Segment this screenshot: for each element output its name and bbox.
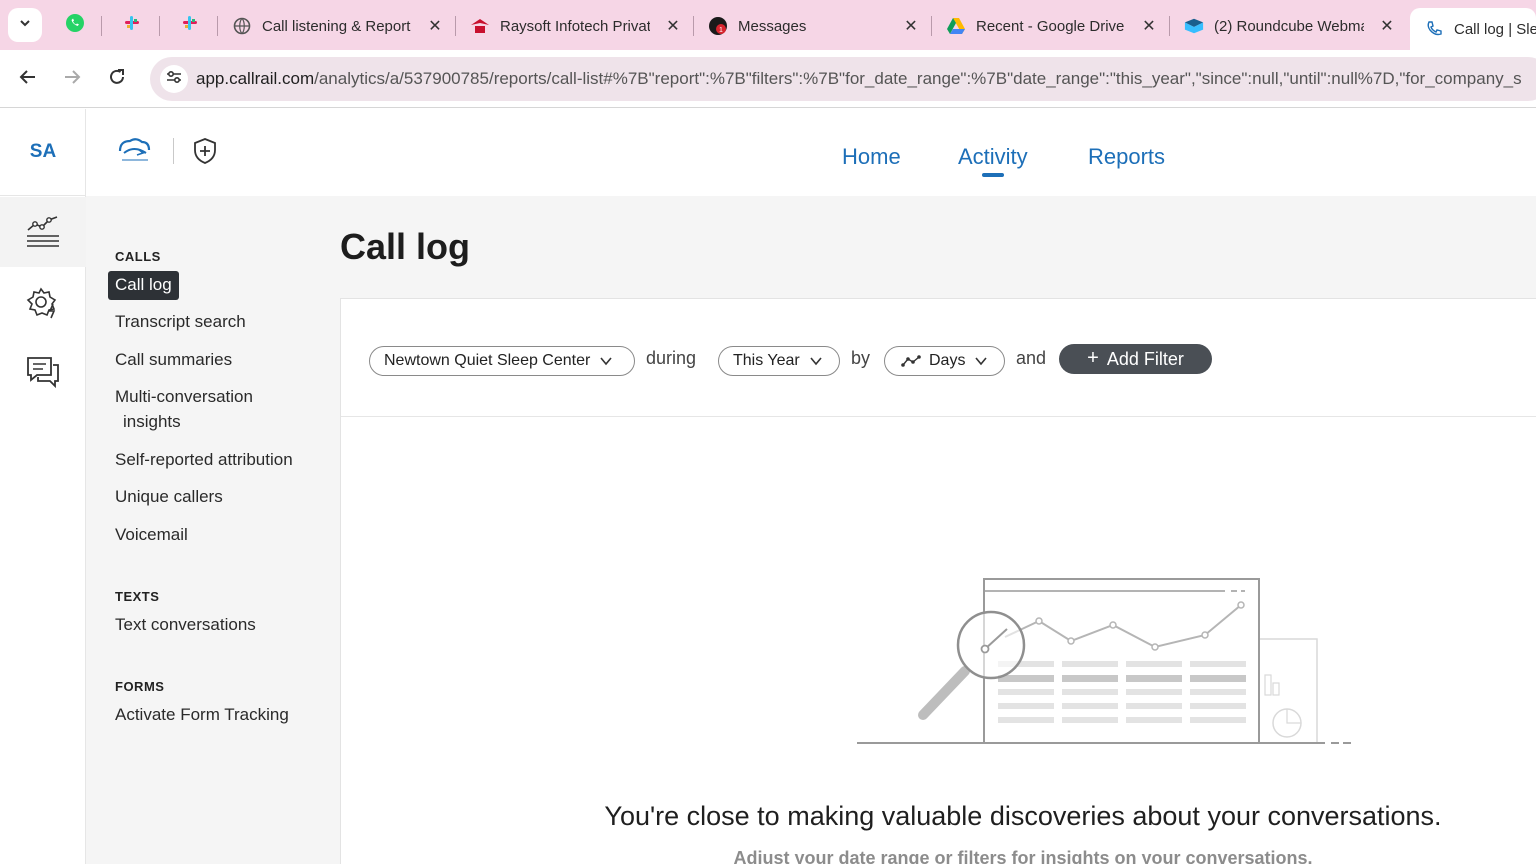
browser-toolbar: app.callrail.com/analytics/a/537900785/r… [0, 50, 1536, 108]
gear-lightning-icon [25, 284, 61, 325]
close-icon[interactable]: ✕ [1140, 17, 1158, 35]
report-card: Newtown Quiet Sleep Center during This Y… [340, 298, 1536, 864]
close-icon[interactable]: ✕ [664, 17, 682, 35]
section-heading-calls: CALLS [115, 249, 161, 264]
empty-state-title: You're close to making valuable discover… [604, 801, 1442, 831]
sidenav-text-conversations[interactable]: Text conversations [115, 615, 256, 635]
company-filter-value: Newtown Quiet Sleep Center [384, 352, 591, 369]
reload-icon [107, 67, 127, 92]
pinned-tab-whatsapp[interactable] [60, 10, 90, 40]
shield-plus-icon[interactable] [192, 137, 218, 165]
arrow-left-icon [18, 67, 38, 92]
browser-tab-messages[interactable]: 1 Messages ✕ [694, 8, 930, 44]
close-icon[interactable]: ✕ [1378, 17, 1396, 35]
date-range-value: This Year [733, 352, 800, 369]
close-icon[interactable]: ✕ [426, 17, 444, 35]
active-nav-indicator [982, 173, 1004, 177]
empty-state-subtitle: Adjust your date range or filters for in… [733, 848, 1313, 864]
date-range-dropdown[interactable]: This Year [718, 346, 840, 376]
rail-analytics[interactable] [0, 197, 86, 267]
svg-text:1: 1 [719, 27, 723, 34]
roundcube-icon [1184, 16, 1204, 36]
close-icon[interactable]: ✕ [902, 17, 920, 35]
raysoft-icon [470, 16, 490, 36]
whatsapp-icon [65, 13, 85, 38]
browser-tab-google-drive[interactable]: Recent - Google Drive ✕ [932, 8, 1168, 44]
back-button[interactable] [12, 63, 44, 95]
globe-icon [232, 16, 252, 36]
sidenav-voicemail[interactable]: Voicemail [115, 525, 188, 545]
pinned-tab-slack-1[interactable] [117, 10, 147, 40]
messages-icon: 1 [708, 16, 728, 36]
slack-icon [122, 13, 142, 38]
connector-and: and [1016, 348, 1047, 368]
url-text: app.callrail.com/analytics/a/537900785/r… [196, 69, 1522, 88]
line-chart-icon [901, 354, 923, 368]
browser-tab-call-listening[interactable]: Call listening & Report ✕ [218, 8, 454, 44]
google-drive-icon [946, 16, 966, 36]
tune-icon [165, 68, 183, 91]
site-info-button[interactable] [160, 65, 188, 93]
tab-title: Call listening & Report [262, 17, 411, 35]
page-title: Call log [340, 226, 471, 267]
filter-bar: Newtown Quiet Sleep Center during This Y… [341, 299, 1536, 417]
tab-search-button[interactable] [8, 8, 42, 42]
interval-dropdown[interactable]: Days [884, 346, 1005, 376]
section-heading-texts: TEXTS [115, 589, 160, 604]
sidenav-self-reported-attribution[interactable]: Self-reported attribution [115, 450, 293, 470]
tab-title: Call log | Slee [1454, 20, 1536, 38]
tab-title: Raysoft Infotech Privat [500, 17, 650, 35]
nav-activity[interactable]: Activity [958, 144, 1028, 170]
sidenav-call-summaries[interactable]: Call summaries [115, 350, 232, 370]
callrail-logo-icon[interactable] [116, 135, 152, 167]
browser-tab-raysoft[interactable]: Raysoft Infotech Privat ✕ [456, 8, 692, 44]
add-filter-label: Add Filter [1106, 348, 1184, 369]
arrow-right-icon [62, 67, 82, 92]
chevron-down-icon [18, 16, 32, 35]
analytics-icon [25, 212, 61, 253]
tab-title: (2) Roundcube Webma [1214, 17, 1364, 35]
browser-tab-call-log[interactable]: Call log | Slee [1410, 8, 1536, 50]
address-bar[interactable]: app.callrail.com/analytics/a/537900785/r… [150, 57, 1536, 101]
reload-button[interactable] [101, 63, 133, 95]
app-rail: SA [0, 109, 86, 864]
nav-home[interactable]: Home [842, 144, 901, 170]
sidenav-activate-form-tracking[interactable]: Activate Form Tracking [115, 705, 289, 725]
chevron-down-icon [809, 354, 823, 368]
section-heading-forms: FORMS [115, 679, 165, 694]
chevron-down-icon [974, 354, 988, 368]
add-filter-button[interactable]: + Add Filter [1059, 344, 1212, 374]
browser-tab-roundcube[interactable]: (2) Roundcube Webma ✕ [1170, 8, 1406, 44]
divider [173, 138, 174, 164]
chevron-down-icon [599, 354, 613, 368]
reports-side-nav: CALLS Call log Transcript search Call su… [86, 196, 340, 864]
browser-tab-bar: Call listening & Report ✕ Raysoft Infote… [0, 0, 1536, 50]
forward-button[interactable] [56, 63, 88, 95]
sidenav-transcript-search[interactable]: Transcript search [115, 312, 246, 332]
tab-title: Messages [738, 17, 807, 35]
chat-bubbles-icon [25, 355, 61, 394]
sidenav-multi-conversation-insights[interactable]: Multi-conversation [115, 387, 253, 407]
rail-conversations[interactable] [0, 339, 86, 409]
empty-state-illustration [855, 577, 1357, 749]
sidenav-unique-callers[interactable]: Unique callers [115, 487, 223, 507]
account-avatar[interactable]: SA [0, 109, 86, 196]
connector-during: during [646, 348, 697, 368]
rail-settings[interactable] [0, 269, 86, 339]
sidenav-call-log[interactable]: Call log [108, 271, 179, 300]
phone-icon [1424, 19, 1444, 39]
sidenav-multi-conversation-insights-line2[interactable]: insights [123, 412, 181, 432]
app-top-nav: Home Activity Reports [86, 109, 1536, 196]
interval-value: Days [929, 352, 966, 369]
slack-icon [180, 13, 200, 38]
tab-title: Recent - Google Drive [976, 17, 1125, 35]
connector-by: by [851, 348, 871, 368]
nav-reports[interactable]: Reports [1088, 144, 1165, 170]
plus-icon: + [1087, 346, 1099, 369]
company-filter-dropdown[interactable]: Newtown Quiet Sleep Center [369, 346, 635, 376]
pinned-tab-slack-2[interactable] [175, 10, 205, 40]
